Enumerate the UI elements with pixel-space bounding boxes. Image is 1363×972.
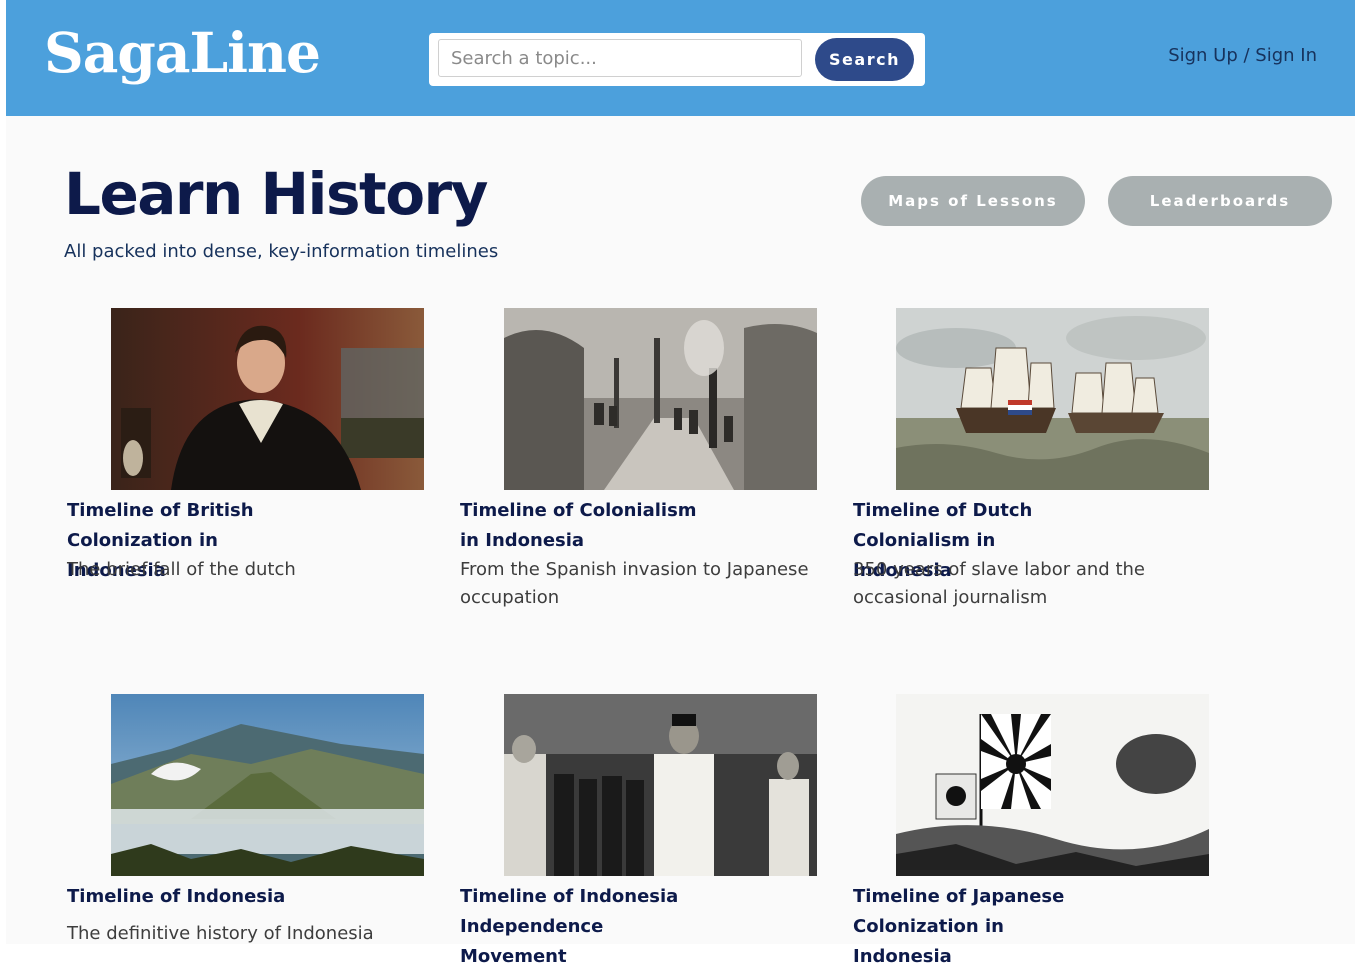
card-title[interactable]: Timeline of Indonesia Independence Movem… (460, 882, 700, 972)
page-subtitle: All packed into dense, key-information t… (64, 241, 499, 262)
card-description: From the Spanish invasion to Japanese oc… (460, 559, 809, 608)
sign-in-link[interactable]: Sign Up / Sign In (1168, 45, 1317, 66)
card-description: 350 years of slave labor and the occasio… (853, 559, 1145, 608)
search-button[interactable]: Search (815, 38, 914, 81)
card-title[interactable]: Timeline of Colonialism in Indonesia (460, 496, 700, 556)
card-title[interactable]: Timeline of Indonesia (67, 882, 307, 912)
forest-road-photo-thumbnail[interactable] (504, 308, 817, 490)
sailing-ships-painting-thumbnail[interactable] (896, 308, 1209, 490)
search-input[interactable] (438, 39, 802, 77)
volcano-landscape-thumbnail[interactable] (111, 694, 424, 876)
top-header: SagaLine Search Sign Up / Sign In (6, 0, 1355, 116)
rising-sun-flag-photo-thumbnail[interactable] (896, 694, 1209, 876)
portrait-painting-thumbnail[interactable] (111, 308, 424, 490)
search-bar: Search (429, 33, 925, 86)
site-logo[interactable]: SagaLine (44, 20, 321, 85)
maps-of-lessons-button[interactable]: Maps of Lessons (861, 176, 1085, 226)
card-description: The brief fall of the dutch (67, 559, 296, 580)
leaderboards-button[interactable]: Leaderboards (1108, 176, 1332, 226)
page-title: Learn History (64, 160, 488, 228)
proclamation-photo-thumbnail[interactable] (504, 694, 817, 876)
card-title[interactable]: Timeline of Japanese Colonization in Ind… (853, 882, 1093, 972)
